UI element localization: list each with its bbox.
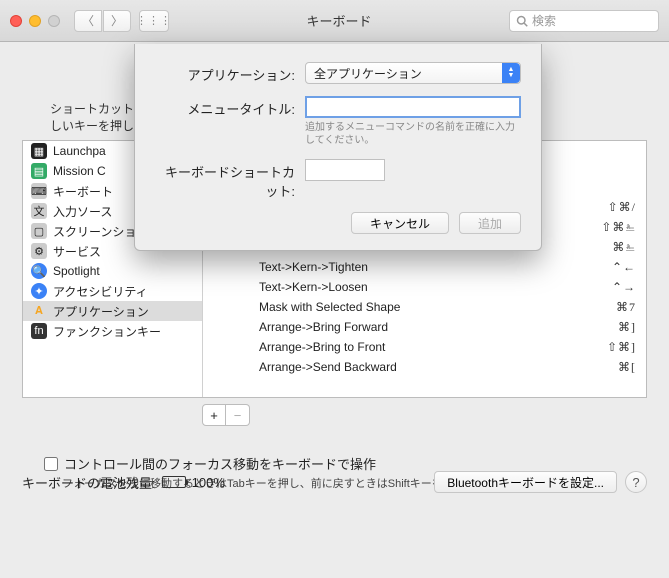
keyboard-icon: ⌨ <box>31 183 47 199</box>
battery-status: キーボードの電池残量: 100% <box>22 473 225 492</box>
bluetooth-setup-button[interactable]: Bluetoothキーボードを設定... <box>434 471 617 493</box>
mission-control-icon: ▤ <box>31 163 47 179</box>
shortcut-row: Arrange->Bring to Front⇧⌘] <box>259 337 636 357</box>
shortcut-row: Text->Kern->Loosen⌃→ <box>259 277 636 297</box>
nav-back-forward: 〈 〉 <box>74 10 131 32</box>
chevron-updown-icon: ▲▼ <box>502 63 520 83</box>
shortcut-row: Arrange->Send Backward⌘[ <box>259 357 636 377</box>
add-confirm-button: 追加 <box>459 212 521 234</box>
zoom-window-icon <box>48 15 60 27</box>
menu-title-help: 追加するメニューコマンドの名前を正確に入力してください。 <box>305 121 521 147</box>
key-shortcut-label: キーボードショートカット: <box>155 159 305 200</box>
close-window-icon[interactable] <box>10 15 22 27</box>
bottom-bar: キーボードの電池残量: 100% Bluetoothキーボードを設定... ? <box>22 471 647 493</box>
search-placeholder: 検索 <box>532 12 556 29</box>
application-label: アプリケーション: <box>155 62 305 84</box>
add-remove-buttons: + − <box>202 404 647 426</box>
window-controls <box>10 15 60 27</box>
keyboard-focus-checkbox[interactable] <box>44 457 58 471</box>
input-sources-icon: 文 <box>31 203 47 219</box>
accessibility-icon: ✦ <box>31 283 47 299</box>
shortcut-row: Arrange->Bring Forward⌘] <box>259 317 636 337</box>
search-field[interactable]: 検索 <box>509 10 659 32</box>
back-button[interactable]: 〈 <box>74 10 102 32</box>
application-popup[interactable]: 全アプリケーション ▲▼ <box>305 62 521 84</box>
launchpad-icon: ▦ <box>31 143 47 159</box>
screenshot-icon: ▢ <box>31 223 47 239</box>
sidebar-item-spotlight[interactable]: 🔍Spotlight <box>23 261 202 281</box>
add-shortcut-sheet: アプリケーション: 全アプリケーション ▲▼ メニュータイトル: 追加するメニュ… <box>134 44 542 251</box>
sidebar-item-app-shortcuts[interactable]: 𝐀アプリケーション <box>23 301 202 321</box>
battery-value: 100% <box>192 475 225 490</box>
menu-title-label: メニュータイトル: <box>155 96 305 118</box>
sidebar-item-function-keys[interactable]: fnファンクションキー <box>23 321 202 341</box>
minimize-window-icon[interactable] <box>29 15 41 27</box>
apps-icon: 𝐀 <box>31 303 47 319</box>
forward-button[interactable]: 〉 <box>103 10 131 32</box>
search-icon <box>516 15 528 27</box>
key-shortcut-field[interactable] <box>305 159 385 181</box>
cancel-button[interactable]: キャンセル <box>351 212 449 234</box>
titlebar: 〈 〉 ⋮⋮⋮ キーボード 検索 <box>0 0 669 42</box>
battery-icon <box>162 476 186 488</box>
shortcut-row: Mask with Selected Shape⌘7 <box>259 297 636 317</box>
add-button[interactable]: + <box>202 404 226 426</box>
show-all-button[interactable]: ⋮⋮⋮ <box>139 10 169 32</box>
fn-icon: fn <box>31 323 47 339</box>
remove-button[interactable]: − <box>226 404 250 426</box>
spotlight-icon: 🔍 <box>31 263 47 279</box>
services-icon: ⚙ <box>31 243 47 259</box>
sidebar-item-accessibility[interactable]: ✦アクセシビリティ <box>23 281 202 301</box>
window-title: キーボード <box>177 11 501 30</box>
menu-title-field[interactable] <box>305 96 521 118</box>
help-button[interactable]: ? <box>625 471 647 493</box>
shortcut-row: Text->Kern->Tighten⌃← <box>259 257 636 277</box>
